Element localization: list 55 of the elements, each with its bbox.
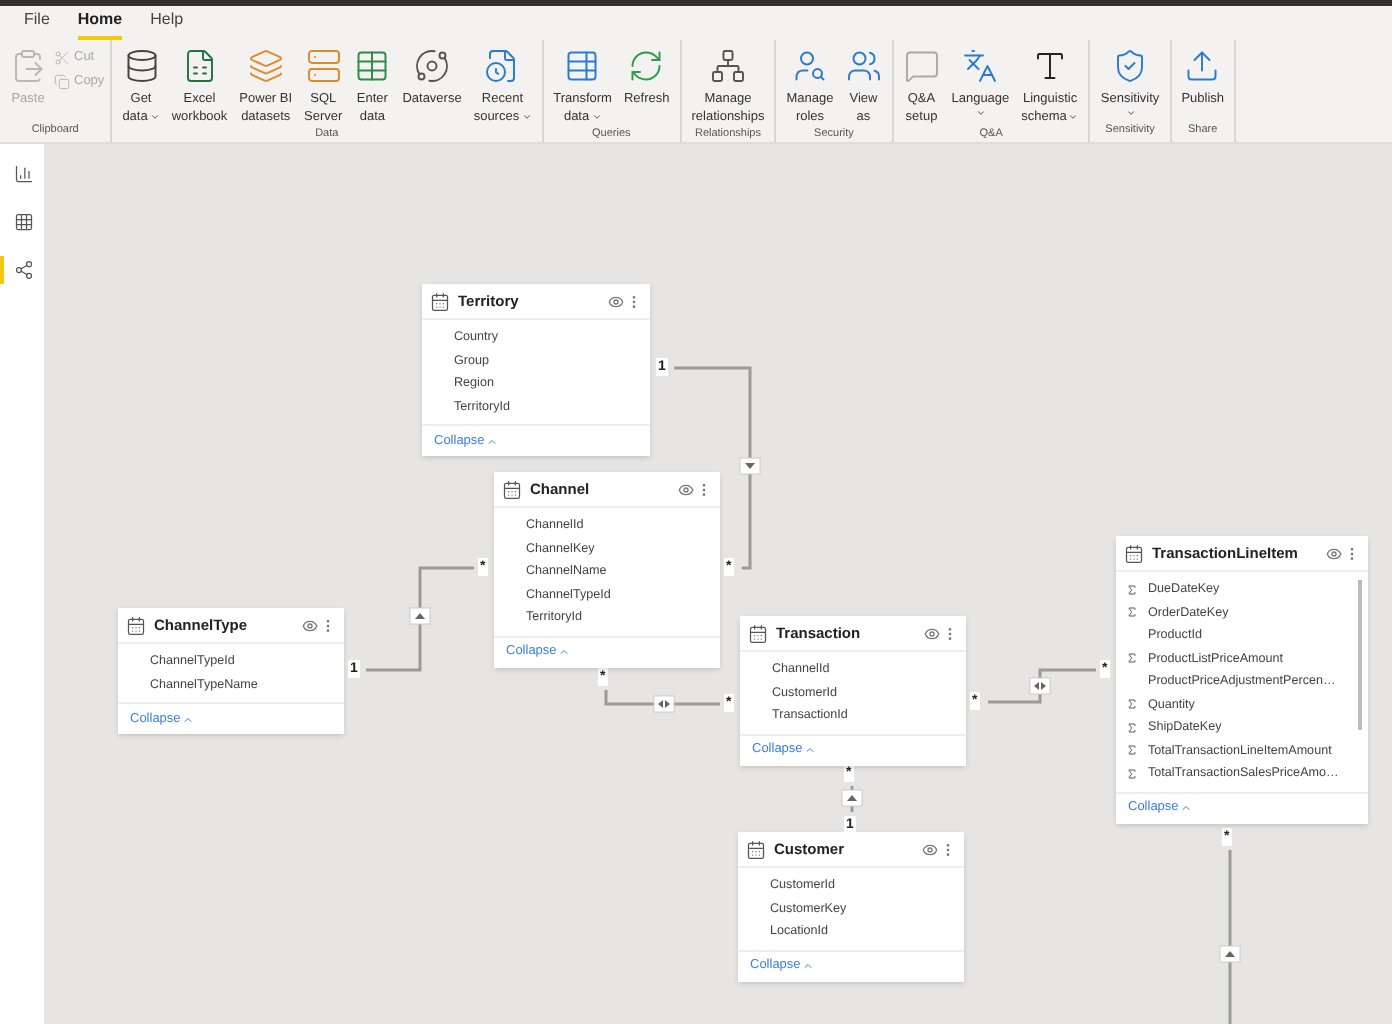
relationship-line[interactable] bbox=[988, 668, 1096, 704]
table-icon bbox=[746, 839, 766, 859]
model-icon bbox=[14, 260, 34, 280]
eye-icon[interactable] bbox=[608, 293, 624, 309]
bar-chart-icon bbox=[14, 164, 34, 184]
eye-icon[interactable] bbox=[922, 841, 938, 857]
table-icon bbox=[748, 623, 768, 643]
relationship-line[interactable] bbox=[604, 690, 720, 713]
ribbon-tab[interactable]: Help bbox=[150, 8, 184, 40]
clipboard-icon bbox=[10, 48, 46, 84]
file-clock-icon bbox=[484, 48, 521, 84]
chevron-up-icon bbox=[486, 435, 499, 447]
table-icon bbox=[430, 291, 450, 311]
table-icon bbox=[502, 479, 522, 499]
layers-icon bbox=[247, 48, 284, 84]
sigma-icon bbox=[1126, 652, 1138, 665]
user-search-icon bbox=[791, 48, 828, 84]
table-icon bbox=[354, 48, 391, 84]
eye-icon[interactable] bbox=[678, 481, 694, 497]
caret-icon bbox=[149, 112, 160, 122]
database-icon bbox=[123, 48, 160, 84]
eye-icon[interactable] bbox=[1326, 545, 1342, 561]
chevron-up-icon bbox=[558, 646, 571, 658]
orbit-icon bbox=[414, 48, 451, 84]
caret-icon bbox=[1068, 112, 1079, 122]
chevron-up-icon bbox=[802, 960, 815, 972]
ribbon-tab[interactable]: File bbox=[24, 8, 50, 40]
letter-icon bbox=[1032, 48, 1069, 84]
table-edit-icon bbox=[564, 48, 601, 84]
network-icon bbox=[709, 48, 746, 84]
shield-icon bbox=[1112, 48, 1149, 84]
scrollbar[interactable] bbox=[1358, 580, 1362, 730]
caret-icon bbox=[975, 108, 986, 118]
refresh-icon bbox=[628, 48, 665, 84]
chat-icon bbox=[903, 48, 940, 84]
copy-icon bbox=[54, 73, 70, 90]
chevron-up-icon bbox=[182, 713, 195, 725]
chevron-up-icon bbox=[804, 744, 817, 756]
eye-icon[interactable] bbox=[924, 625, 940, 641]
caret-icon bbox=[1125, 108, 1136, 118]
server-icon bbox=[305, 48, 342, 84]
caret-icon bbox=[521, 112, 532, 122]
language-icon bbox=[962, 48, 999, 84]
table-icon bbox=[1124, 543, 1144, 563]
caret-icon bbox=[591, 112, 602, 122]
relationship-line[interactable] bbox=[1219, 850, 1241, 1024]
upload-icon bbox=[1184, 48, 1221, 84]
relationship-line[interactable] bbox=[674, 366, 761, 570]
eye-icon[interactable] bbox=[302, 617, 318, 633]
spreadsheet-icon bbox=[181, 48, 218, 84]
chevron-up-icon bbox=[1180, 802, 1193, 814]
grid-icon bbox=[14, 212, 34, 232]
users-icon bbox=[845, 48, 882, 84]
scissors-icon bbox=[54, 49, 70, 66]
table-icon bbox=[126, 615, 146, 635]
